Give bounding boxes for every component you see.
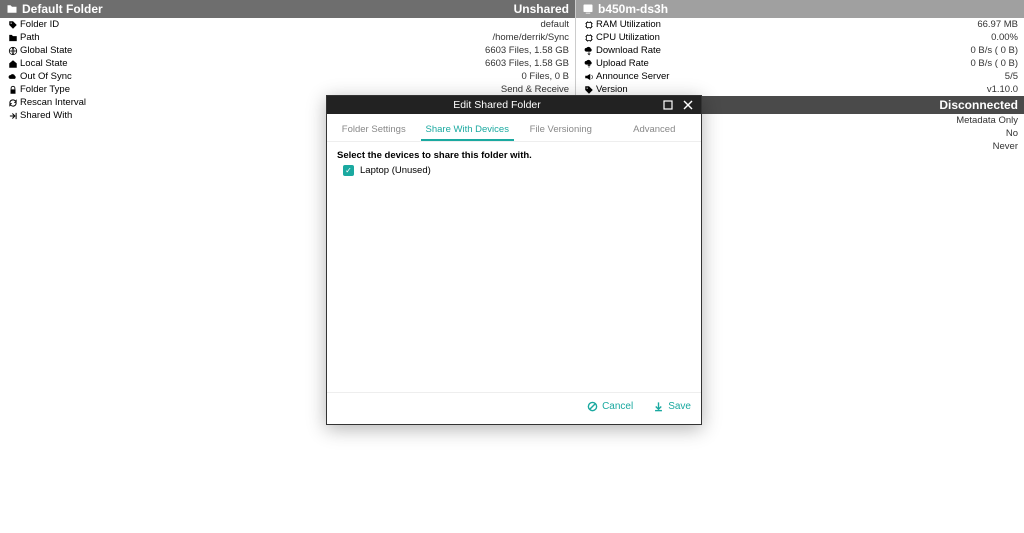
folder-info-row: Folder IDdefault: [0, 18, 575, 31]
modal-title: Edit Shared Folder: [333, 99, 661, 111]
row-value: 66.97 MB: [661, 19, 1018, 30]
row-value: 5/5: [669, 71, 1018, 82]
row-label: Rescan Interval: [20, 97, 86, 108]
row-value: 6603 Files, 1.58 GB: [68, 58, 569, 69]
tab-share-with-devices[interactable]: Share With Devices: [421, 120, 515, 141]
modal-titlebar: Edit Shared Folder: [327, 96, 701, 114]
lock-icon: [6, 85, 20, 95]
row-value: 6603 Files, 1.58 GB: [72, 45, 569, 56]
remote-device-status: Disconnected: [939, 98, 1018, 112]
row-label: Announce Server: [596, 71, 669, 82]
row-value: 0.00%: [660, 32, 1018, 43]
device-share-row: ✓ Laptop (Unused): [343, 165, 691, 176]
cloud-down-icon: [582, 46, 596, 56]
row-label: Path: [20, 32, 40, 43]
folder-panel-header[interactable]: Default Folder Unshared: [0, 0, 575, 18]
row-label: Out Of Sync: [20, 71, 72, 82]
tag-icon: [6, 20, 20, 30]
folder-icon: [6, 3, 18, 15]
row-label: Folder Type: [20, 84, 70, 95]
folder-title: Default Folder: [22, 2, 103, 16]
chip-icon: [582, 20, 596, 30]
row-label: Folder ID: [20, 19, 59, 30]
row-value: default: [59, 19, 569, 30]
tab-advanced[interactable]: Advanced: [608, 120, 702, 141]
row-label: CPU Utilization: [596, 32, 660, 43]
refresh-icon: [6, 98, 20, 108]
local-device-info-row: Announce Server5/5: [576, 70, 1024, 83]
folder-info-row: Local State6603 Files, 1.58 GB: [0, 57, 575, 70]
local-device-info-row: RAM Utilization66.97 MB: [576, 18, 1024, 31]
maximize-button[interactable]: [661, 98, 675, 112]
tab-file-versioning[interactable]: File Versioning: [514, 120, 608, 141]
folder-status: Unshared: [514, 2, 569, 16]
row-value: /home/derrik/Sync: [40, 32, 569, 43]
local-device-info-row: Upload Rate0 B/s ( 0 B): [576, 57, 1024, 70]
tag-icon: [582, 85, 596, 95]
row-value: v1.10.0: [628, 84, 1018, 95]
row-value: Send & Receive: [70, 84, 569, 95]
save-button[interactable]: Save: [653, 401, 691, 412]
tab-folder-settings[interactable]: Folder Settings: [327, 120, 421, 141]
cancel-button[interactable]: Cancel: [587, 401, 633, 412]
local-device-info-row: CPU Utilization0.00%: [576, 31, 1024, 44]
cloud-up-icon: [582, 59, 596, 69]
share-instruction: Select the devices to share this folder …: [337, 150, 691, 161]
row-label: Version: [596, 84, 628, 95]
device-icon: [582, 3, 594, 15]
row-value: 0 Files, 0 B: [72, 71, 569, 82]
row-label: Upload Rate: [596, 58, 649, 69]
device-checkbox[interactable]: ✓: [343, 165, 354, 176]
row-label: Local State: [20, 58, 68, 69]
save-icon: [653, 401, 664, 412]
chip-icon: [582, 33, 596, 43]
device-name: Laptop (Unused): [360, 165, 431, 176]
folder-icon: [6, 33, 20, 43]
row-label: Download Rate: [596, 45, 661, 56]
cloud-icon: [6, 72, 20, 82]
folder-info-row: Path/home/derrik/Sync: [0, 31, 575, 44]
local-device-header[interactable]: b450m-ds3h: [576, 0, 1024, 18]
local-device-info-row: Download Rate0 B/s ( 0 B): [576, 44, 1024, 57]
folder-info-row: Out Of Sync0 Files, 0 B: [0, 70, 575, 83]
row-label: RAM Utilization: [596, 19, 661, 30]
row-value: 0 B/s ( 0 B): [661, 45, 1018, 56]
cancel-icon: [587, 401, 598, 412]
row-value: 0 B/s ( 0 B): [649, 58, 1018, 69]
edit-shared-folder-modal: Edit Shared Folder Folder SettingsShare …: [326, 95, 702, 425]
globe-icon: [6, 46, 20, 56]
home-icon: [6, 59, 20, 69]
save-label: Save: [668, 401, 691, 412]
local-device-title: b450m-ds3h: [598, 2, 668, 16]
cancel-label: Cancel: [602, 401, 633, 412]
announce-icon: [582, 72, 596, 82]
folder-info-row: Global State6603 Files, 1.58 GB: [0, 44, 575, 57]
row-label: Global State: [20, 45, 72, 56]
share-icon: [6, 111, 20, 121]
row-label: Shared With: [20, 110, 72, 121]
close-button[interactable]: [681, 98, 695, 112]
